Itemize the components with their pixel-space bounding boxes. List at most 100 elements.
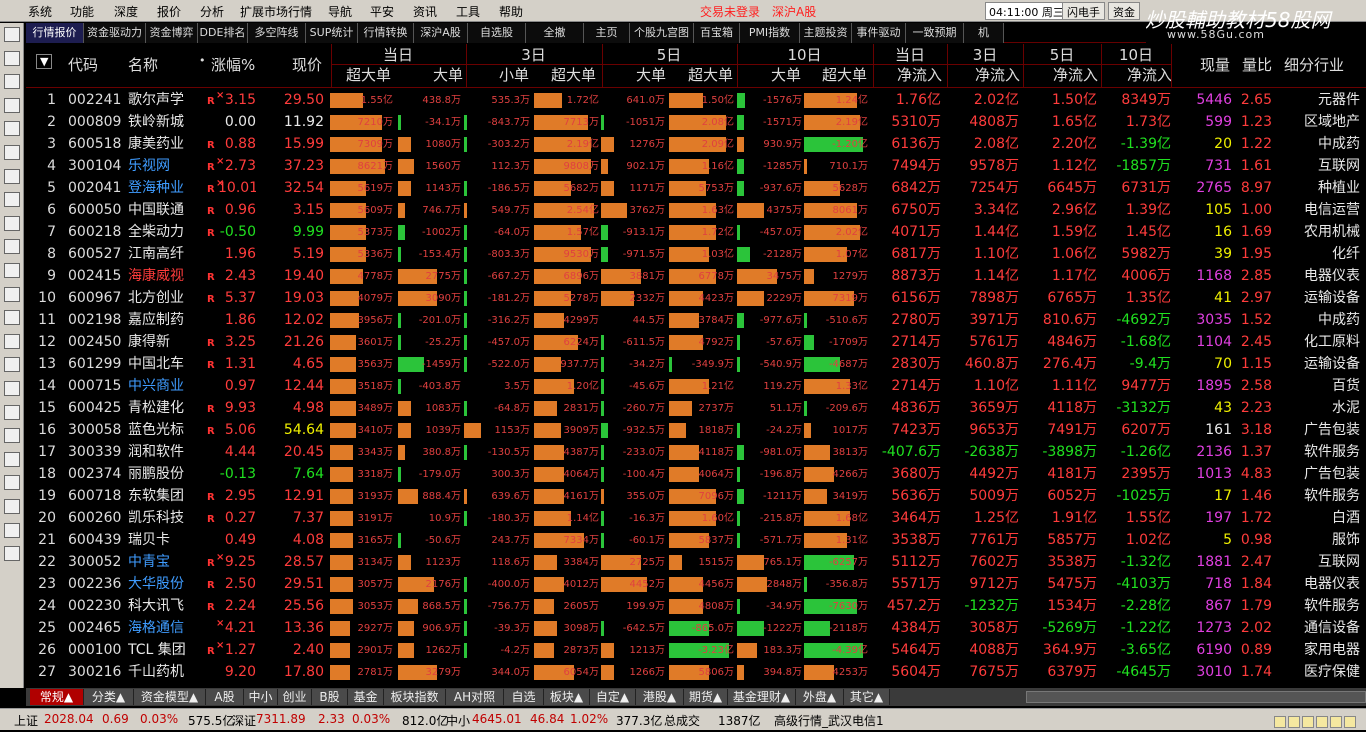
menu-item-8[interactable]: 资讯 [413,3,437,20]
table-row[interactable]: 2 000809 铁岭新城 0.00 11.92 7210万 -34.1万 -843.7万 77… [26,111,1366,133]
sub-header-8[interactable]: 净流入 [878,64,942,85]
bottom-tab-14[interactable]: 期货▲ [684,689,728,705]
menu-item-10[interactable]: 帮助 [499,3,523,20]
bottom-tab-15[interactable]: 基金理财▲ [728,689,796,705]
table-row[interactable]: 18 002374 丽鹏股份 -0.13 7.64 3318万 -179.0万 300.3万 4… [26,463,1366,485]
col-volume-header[interactable]: 现量 [1200,54,1230,75]
capital-button[interactable]: 资金 [1108,2,1140,20]
bottom-tab-16[interactable]: 外盘▲ [796,689,844,705]
menu-item-9[interactable]: 工具 [456,3,480,20]
col-industry-header[interactable]: 细分行业 [1284,54,1344,75]
table-row[interactable]: 13 601299 中国北车 R 1.31 4.65 3563万 -1459万 -522.0万 9… [26,353,1366,375]
menu-item-0[interactable]: 系统 [28,3,52,20]
tab-3[interactable]: DDE排名 [198,23,248,43]
bottom-tab-4[interactable]: 中小 [244,689,278,705]
bottom-tab-12[interactable]: 自定▲ [590,689,636,705]
bottom-tab-13[interactable]: 港股▲ [636,689,684,705]
menu-item-1[interactable]: 功能 [70,3,94,20]
em-icon[interactable] [4,475,20,491]
list-icon[interactable] [4,121,20,137]
bottom-tab-6[interactable]: B股 [312,689,348,705]
horizontal-scrollbar[interactable] [1026,691,1366,703]
info-icon[interactable] [4,215,20,231]
tab-11[interactable]: 个股九宫图 [630,23,694,43]
f10-icon[interactable] [4,239,20,255]
table-row[interactable]: 10 600967 北方创业 R 5.37 19.03 4079万 3090万 -181.2万 5… [26,287,1366,309]
col-ratio-header[interactable]: 量比 [1242,54,1272,75]
table-row[interactable]: 17 300339 润和软件 4.44 20.45 3343万 380.8万 -130.5万 4… [26,441,1366,463]
table-row[interactable]: 11 002198 嘉应制药 1.86 12.02 3956万 -201.0万 -316.2万… [26,309,1366,331]
tab-13[interactable]: PMI指数 [740,23,800,43]
table-row[interactable]: 7 600218 全柴动力 R -0.50 9.99 5373万 -1002万 -64.0万 1.… [26,221,1366,243]
down-icon[interactable] [4,74,20,90]
print-icon[interactable] [4,522,20,538]
menu-item-4[interactable]: 分析 [200,3,224,20]
kline-icon[interactable] [4,168,20,184]
chart-icon[interactable] [4,145,20,160]
bottom-tab-2[interactable]: 资金模型▲ [134,689,206,705]
sub-header-2[interactable]: 小单 [465,64,529,85]
table-row[interactable]: 23 002236 大华股份 R 2.50 29.51 3057万 2176万 -400.0万 4… [26,573,1366,595]
table-row[interactable]: 8 600527 江南高纤 1.96 5.19 5336万 -153.4万 -803.3万 95… [26,243,1366,265]
table-row[interactable]: 20 600260 凯乐科技 R 0.27 7.37 3191万 10.9万 -180.3万 1.… [26,507,1366,529]
table-row[interactable]: 16 300058 蓝色光标 R 5.06 54.64 3410万 1039万 1153万 390… [26,419,1366,441]
table-row[interactable]: 4 300104 乐视网 R × 2.73 37.23 8621万 1560万 112.3万 980… [26,155,1366,177]
menu-item-5[interactable]: 扩展市场行情 [240,3,312,20]
table-row[interactable]: 22 300052 中青宝 R × 9.25 28.57 3134万 1123万 118.6万 33… [26,551,1366,573]
tab-10[interactable]: 主页 [584,23,630,43]
refresh-icon[interactable] [1330,716,1342,728]
bottom-tab-5[interactable]: 创业 [278,689,312,705]
table-row[interactable]: 21 600439 瑞贝卡 0.49 4.08 3165万 -50.6万 243.7万 7334… [26,529,1366,551]
table-row[interactable]: 14 000715 中兴商业 0.97 12.44 3518万 -403.8万 3.5万 1.2… [26,375,1366,397]
login-warning[interactable]: 交易未登录 [700,3,760,20]
back-icon[interactable] [4,27,20,42]
mail-icon[interactable] [1274,716,1286,728]
table-row[interactable]: 26 000100 TCL 集团 R × 1.27 2.40 2901万 1262万 -4.2万 2… [26,639,1366,661]
sub-header-11[interactable]: 净流入 [1108,64,1172,85]
table-row[interactable]: 15 600425 青松建化 R 9.93 4.98 3489万 1083万 -64.8万 283… [26,397,1366,419]
volume-icon[interactable] [1344,716,1356,728]
sub-header-10[interactable]: 净流入 [1034,64,1098,85]
stats-icon[interactable] [4,192,20,208]
bottom-tab-8[interactable]: 板块指数 [384,689,446,705]
quote-icon[interactable] [4,97,20,113]
table-row[interactable]: 1 002241 歌尔声学 R × 3.15 29.50 1.55亿 438.8万 535.3万 1… [26,89,1366,111]
bottom-tab-1[interactable]: 分类▲ [84,689,134,705]
sub-header-4[interactable]: 大单 [602,64,666,85]
chat-icon[interactable] [1302,716,1314,728]
bottom-tab-7[interactable]: 基金 [348,689,384,705]
login-icon[interactable] [4,499,20,514]
web-icon[interactable] [4,333,20,349]
table-row[interactable]: 9 002415 海康威视 R 2.43 19.40 4778万 2775万 -667.2万 68… [26,265,1366,287]
menu-item-2[interactable]: 深度 [114,3,138,20]
sub-header-9[interactable]: 净流入 [956,64,1020,85]
tools-icon[interactable] [4,404,20,420]
grid-icon[interactable] [4,428,20,444]
sub-header-5[interactable]: 超大单 [669,64,733,85]
help-icon[interactable] [1316,716,1328,728]
tab-5[interactable]: SUP统计 [306,23,358,43]
table-row[interactable]: 25 002465 海格通信 × 4.21 13.36 2927万 906.9万 -39.3万 3… [26,617,1366,639]
tab-2[interactable]: 资金博弈 [146,23,198,43]
tab-7[interactable]: 深沪A股 [414,23,468,43]
tab-16[interactable]: 一致预期 [906,23,964,43]
fund-icon[interactable] [4,286,20,302]
tab-15[interactable]: 事件驱动 [852,23,906,43]
news-icon[interactable] [4,263,20,278]
sub-header-7[interactable]: 超大单 [803,64,867,85]
flash-trade-button[interactable]: 闪电手 [1062,2,1105,20]
table-row[interactable]: 3 600518 康美药业 R 0.88 15.99 7309万 1080万 -303.2万 2.… [26,133,1366,155]
tab-14[interactable]: 主题投资 [800,23,852,43]
tab-4[interactable]: 多空阵线 [248,23,306,43]
bottom-tab-10[interactable]: 自选 [504,689,544,705]
table-row[interactable]: 12 002450 康得新 R 3.25 21.26 3601万 -25.2万 -457.0万 6… [26,331,1366,353]
table-row[interactable]: 24 002230 科大讯飞 R 2.24 25.56 3053万 868.5万 -756.7万… [26,595,1366,617]
table-row[interactable]: 19 600718 东软集团 R 2.95 12.91 3193万 888.4万 639.6万 4… [26,485,1366,507]
bottom-tab-17[interactable]: 其它▲ [844,689,890,705]
col-name-header[interactable]: 名称 [128,54,158,75]
tab-1[interactable]: 资金驱动力 [84,23,146,43]
table-row[interactable]: 5 002041 登海种业 R × 10.01 32.54 5619万 1143万 -186.5万… [26,177,1366,199]
tab-12[interactable]: 百宝箱 [694,23,740,43]
menu-item-6[interactable]: 导航 [328,3,352,20]
alert-icon[interactable] [1288,716,1300,728]
